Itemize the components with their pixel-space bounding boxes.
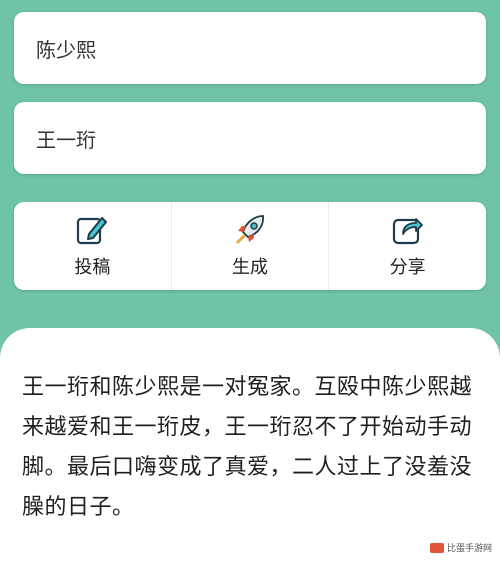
- watermark-text: 比蛋手游网: [446, 544, 492, 554]
- submit-label: 投稿: [74, 257, 111, 278]
- edit-icon: [75, 213, 109, 247]
- name-input-1-value: 陈少熙: [36, 37, 96, 62]
- share-label: 分享: [389, 257, 426, 278]
- watermark-logo-icon: [429, 542, 444, 553]
- rocket-icon: [233, 213, 267, 247]
- result-text: 王一珩和陈少熙是一对冤家。互殴中陈少熙越来越爱和王一珩皮，王一珩忍不了开始动手动…: [22, 375, 473, 520]
- share-button[interactable]: 分享: [329, 202, 486, 290]
- generate-button[interactable]: 生成: [172, 202, 330, 290]
- name-input-1[interactable]: 陈少熙: [14, 12, 486, 84]
- submit-button[interactable]: 投稿: [14, 202, 172, 290]
- name-input-2-value: 王一珩: [36, 127, 96, 152]
- name-input-2[interactable]: 王一珩: [14, 102, 486, 174]
- action-bar: 投稿 生成 分享: [14, 202, 486, 290]
- watermark: 比蛋手游网: [429, 541, 492, 554]
- result-panel: 王一珩和陈少熙是一对冤家。互殴中陈少熙越来越爱和王一珩皮，王一珩忍不了开始动手动…: [0, 328, 500, 588]
- share-icon: [391, 213, 425, 247]
- generate-label: 生成: [232, 257, 268, 278]
